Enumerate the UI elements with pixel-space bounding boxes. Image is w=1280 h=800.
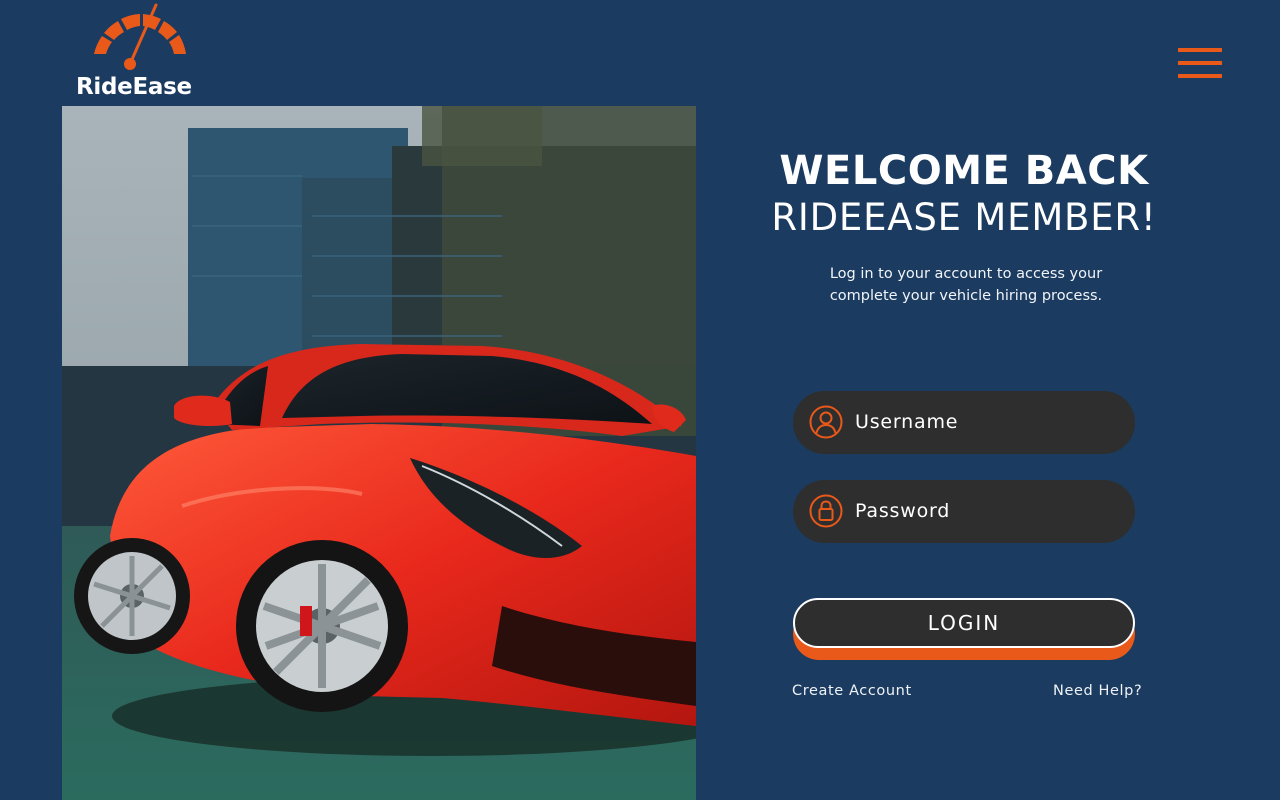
description-line: complete your vehicle hiring process. xyxy=(829,288,1103,304)
login-button[interactable]: LOGIN xyxy=(793,598,1135,648)
login-button-wrap: LOGIN xyxy=(793,598,1135,660)
user-icon xyxy=(809,405,843,439)
menu-bar xyxy=(1178,74,1222,78)
brand-name: RideEase xyxy=(76,74,192,100)
login-description: Log in to your account to access your co… xyxy=(770,263,1162,307)
welcome-subtitle-title: RIDEEASE MEMBER! xyxy=(771,196,1157,239)
need-help-link[interactable]: Need Help? xyxy=(1053,683,1142,699)
speedometer-icon xyxy=(94,3,186,70)
description-line: Log in to your account to access your xyxy=(829,266,1103,282)
brand-logo[interactable]: RideEase xyxy=(74,2,206,100)
username-input[interactable] xyxy=(855,403,1115,441)
hamburger-menu-icon[interactable] xyxy=(1176,48,1224,82)
menu-bar xyxy=(1178,48,1222,52)
password-field[interactable] xyxy=(793,480,1135,543)
lock-icon xyxy=(809,494,843,528)
create-account-link[interactable]: Create Account xyxy=(792,683,912,699)
username-field[interactable] xyxy=(793,391,1135,454)
hero-car-image xyxy=(62,106,696,800)
login-page: RideEase WELCOME BACK RIDEEASE MEMBER! L… xyxy=(0,0,1280,800)
welcome-title: WELCOME BACK xyxy=(779,148,1149,194)
password-input[interactable] xyxy=(855,492,1115,530)
menu-bar xyxy=(1178,61,1222,65)
